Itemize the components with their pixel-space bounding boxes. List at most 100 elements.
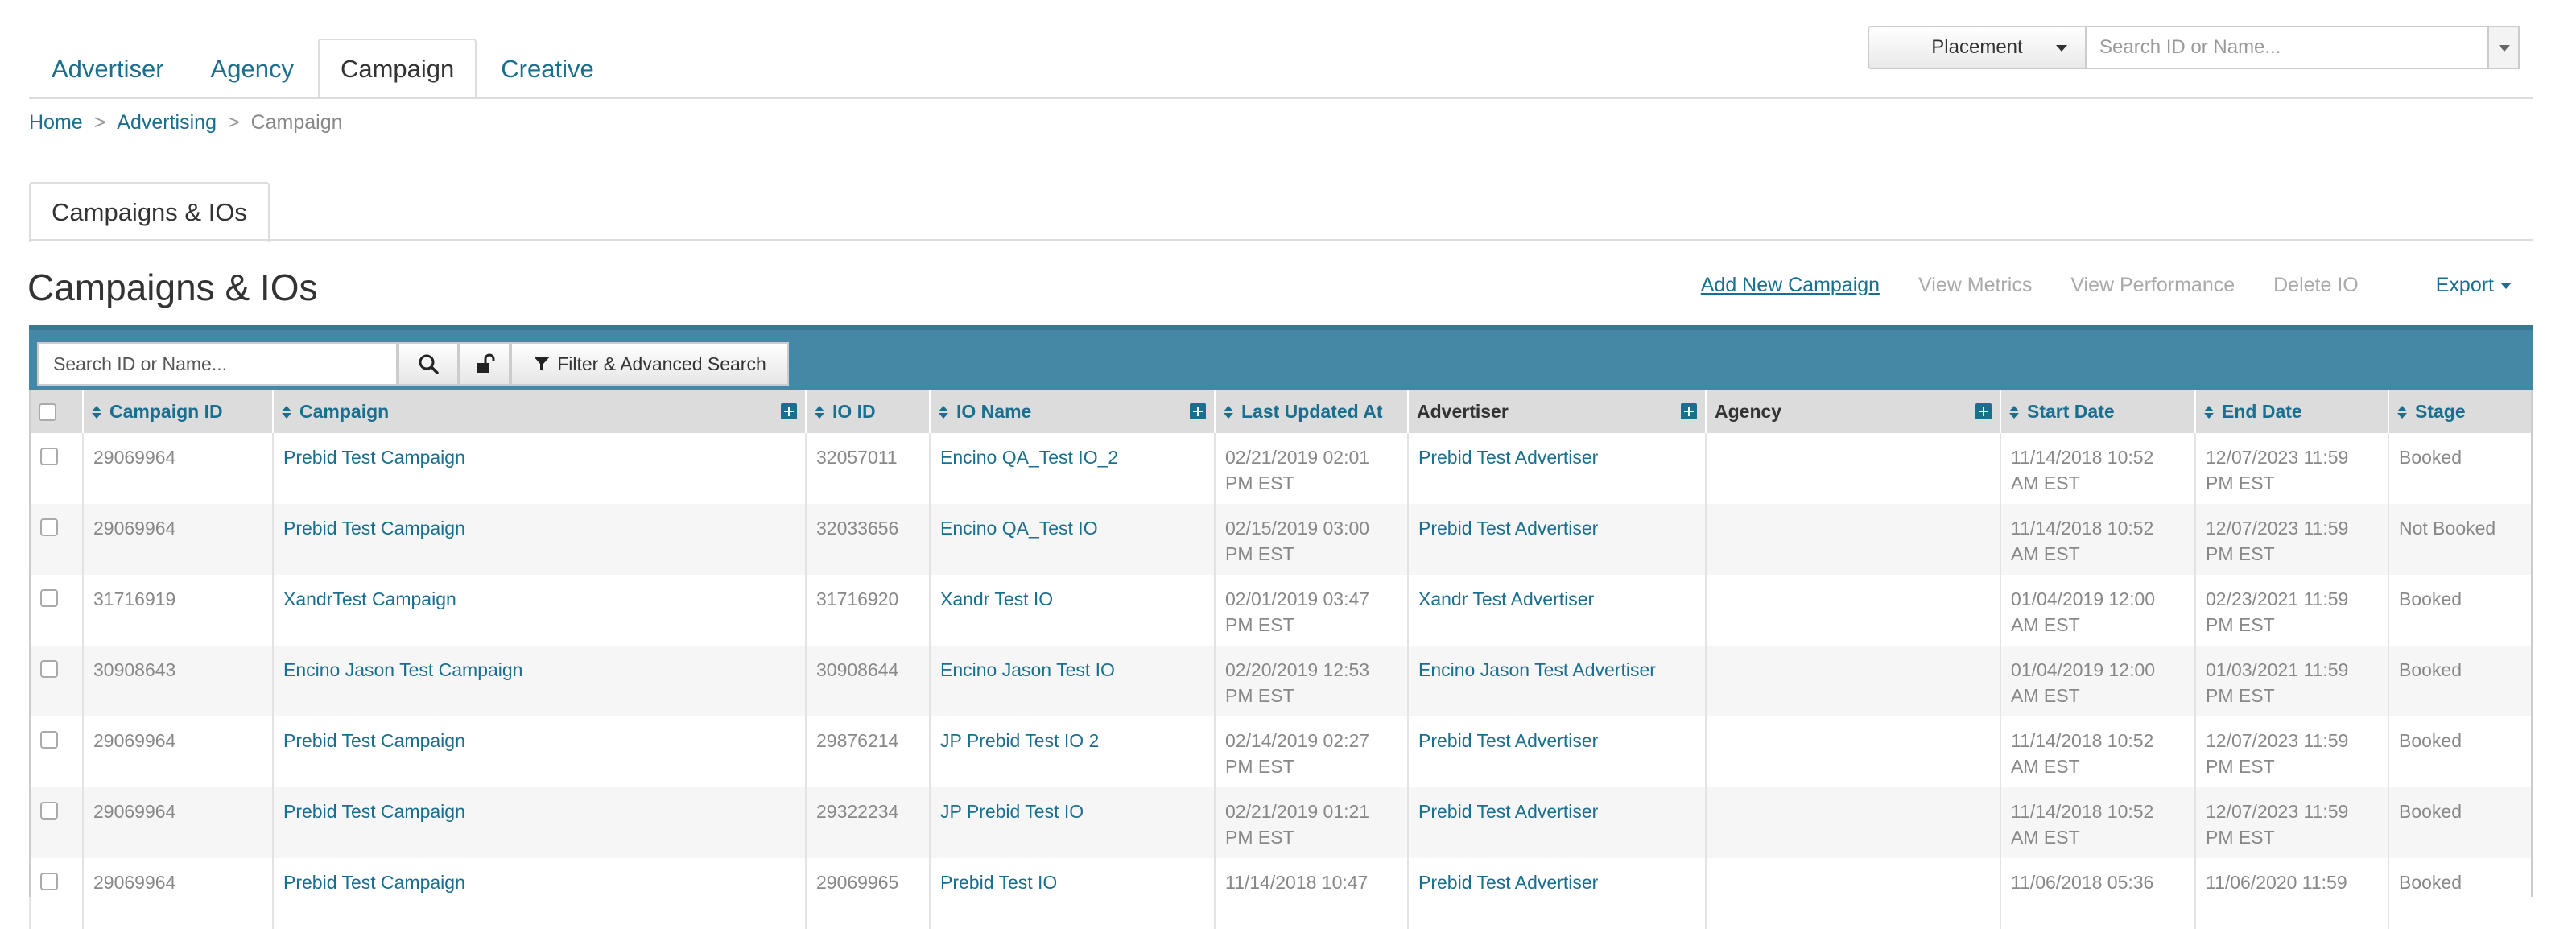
time-zone-line: PM EST: [2206, 685, 2275, 706]
sub-tabs: Campaigns & IOs: [29, 182, 270, 242]
advertiser-link[interactable]: Prebid Test Advertiser: [1418, 518, 1598, 539]
breadcrumb-home[interactable]: Home: [29, 111, 83, 134]
breadcrumb-advertising[interactable]: Advertising: [117, 111, 217, 134]
global-search-input[interactable]: Search ID or Name...: [2087, 26, 2489, 69]
tab-campaign[interactable]: Campaign: [317, 39, 477, 98]
table-row[interactable]: 29069964 Prebid Test Campaign 32057011 Enci…: [29, 433, 2533, 504]
io-name-link[interactable]: Encino QA_Test IO: [940, 518, 1098, 539]
expand-plus-icon[interactable]: [1975, 403, 1992, 419]
table-row[interactable]: 30908643 Encino Jason Test Campaign 309086…: [29, 646, 2533, 716]
column-header-io-id[interactable]: IO ID: [805, 390, 930, 433]
lock-button[interactable]: [459, 342, 510, 386]
advertiser-link[interactable]: Prebid Test Advertiser: [1418, 872, 1598, 893]
io-name-link[interactable]: JP Prebid Test IO: [940, 801, 1084, 822]
column-header-advertiser: Advertiser: [1407, 390, 1706, 433]
breadcrumb-separator: >: [93, 111, 106, 134]
expand-plus-icon[interactable]: [781, 403, 797, 419]
io-name-link[interactable]: Encino Jason Test IO: [940, 659, 1115, 680]
row-checkbox[interactable]: [40, 518, 58, 536]
campaign-link[interactable]: Prebid Test Campaign: [283, 518, 465, 539]
row-checkbox[interactable]: [40, 802, 58, 820]
breadcrumb-current: Campaign: [250, 111, 343, 134]
campaign-link[interactable]: Prebid Test Campaign: [283, 447, 465, 468]
last-updated-cell: 02/15/2019 03:00 PM EST: [1214, 504, 1408, 575]
table-row[interactable]: 29069964 Prebid Test Campaign 29322234 JP P…: [29, 787, 2533, 858]
view-metrics-link[interactable]: View Metrics: [1918, 274, 2032, 297]
row-select-cell: [29, 433, 83, 504]
campaign-link[interactable]: Prebid Test Campaign: [283, 872, 465, 893]
column-header-campaign-id[interactable]: Campaign ID: [82, 390, 273, 433]
column-header-start-date[interactable]: Start Date: [2000, 390, 2195, 433]
search-dropdown-toggle[interactable]: [2489, 26, 2520, 69]
date-line: 12/07/2023 11:59: [2206, 518, 2349, 539]
campaign-link[interactable]: Prebid Test Campaign: [283, 801, 465, 822]
expand-plus-icon[interactable]: [1190, 403, 1206, 419]
stage-cell: Booked: [2388, 787, 2533, 858]
campaign-link[interactable]: Prebid Test Campaign: [283, 730, 465, 751]
row-checkbox[interactable]: [40, 873, 58, 890]
tab-advertiser[interactable]: Advertiser: [29, 39, 187, 98]
time-zone-line: PM EST: [1225, 614, 1294, 635]
select-all-checkbox[interactable]: [39, 403, 56, 422]
tab-creative[interactable]: Creative: [478, 39, 616, 98]
search-button[interactable]: [398, 342, 459, 386]
row-select-cell: [29, 575, 83, 646]
time-zone-line: AM EST: [2011, 756, 2080, 777]
delete-io-link[interactable]: Delete IO: [2273, 274, 2359, 297]
tab-agency[interactable]: Agency: [188, 39, 316, 98]
end-date-cell: 12/07/2023 11:59 PM EST: [2194, 787, 2388, 858]
row-checkbox[interactable]: [40, 660, 58, 678]
column-header-campaign[interactable]: Campaign: [272, 390, 806, 433]
sort-icon: [2397, 406, 2407, 419]
last-updated-cell: 11/14/2018 10:47: [1214, 858, 1408, 929]
date-line: 11/14/2018 10:52: [2011, 518, 2154, 539]
column-header-end-date[interactable]: End Date: [2194, 390, 2388, 433]
time-zone-line: AM EST: [2011, 473, 2080, 493]
sort-icon: [92, 406, 101, 419]
io-name-link[interactable]: Encino QA_Test IO_2: [940, 447, 1118, 468]
io-id-cell: 29069965: [805, 858, 930, 929]
advertiser-link[interactable]: Prebid Test Advertiser: [1418, 730, 1598, 751]
table-row[interactable]: 29069964 Prebid Test Campaign 29069965 Preb…: [29, 858, 2533, 929]
filter-advanced-search-button[interactable]: Filter & Advanced Search: [510, 342, 789, 386]
io-name-link[interactable]: JP Prebid Test IO 2: [940, 730, 1099, 751]
export-dropdown[interactable]: Export: [2397, 274, 2512, 297]
row-select-cell: [29, 504, 83, 575]
expand-plus-icon[interactable]: [1681, 403, 1697, 419]
campaign-link[interactable]: XandrTest Campaign: [283, 588, 456, 609]
advertiser-cell: Prebid Test Advertiser: [1407, 858, 1706, 929]
column-label: Stage: [2415, 400, 2466, 422]
advertiser-link[interactable]: Xandr Test Advertiser: [1418, 588, 1594, 609]
row-checkbox[interactable]: [40, 589, 58, 607]
table-row[interactable]: 29069964 Prebid Test Campaign 32033656 Enci…: [29, 504, 2533, 575]
table-row[interactable]: 31716919 XandrTest Campaign 31716920 Xandr …: [29, 575, 2533, 646]
column-header-last-updated[interactable]: Last Updated At: [1214, 390, 1408, 433]
stage-cell: Booked: [2388, 858, 2533, 929]
column-header-stage[interactable]: Stage: [2388, 390, 2533, 433]
campaign-cell: Encino Jason Test Campaign: [272, 646, 806, 716]
advertiser-link[interactable]: Encino Jason Test Advertiser: [1418, 659, 1656, 680]
search-type-dropdown[interactable]: Placement: [1868, 26, 2087, 69]
filter-icon: [534, 357, 551, 371]
add-new-campaign-link[interactable]: Add New Campaign: [1701, 274, 1880, 297]
row-checkbox[interactable]: [40, 731, 58, 749]
row-checkbox[interactable]: [40, 448, 58, 465]
advertiser-link[interactable]: Prebid Test Advertiser: [1418, 801, 1598, 822]
advertiser-cell: Prebid Test Advertiser: [1407, 504, 1706, 575]
view-performance-link[interactable]: View Performance: [2070, 274, 2235, 297]
io-name-link[interactable]: Prebid Test IO: [940, 872, 1057, 893]
io-name-cell: Xandr Test IO: [929, 575, 1215, 646]
table-row[interactable]: 29069964 Prebid Test Campaign 29876214 JP P…: [29, 716, 2533, 787]
io-name-link[interactable]: Xandr Test IO: [940, 588, 1053, 609]
top-nav: Advertiser Agency Campaign Creative: [29, 39, 618, 98]
sort-icon: [2009, 406, 2019, 419]
advertiser-cell: Prebid Test Advertiser: [1407, 716, 1706, 787]
table-search-input[interactable]: Search ID or Name...: [37, 342, 398, 386]
table-toolbar: Search ID or Name... Filter & Advanced S…: [29, 325, 2533, 390]
campaign-link[interactable]: Encino Jason Test Campaign: [283, 659, 522, 680]
sort-icon: [939, 406, 948, 419]
column-header-io-name[interactable]: IO Name: [929, 390, 1215, 433]
tab-campaigns-ios[interactable]: Campaigns & IOs: [29, 182, 270, 242]
date-line: 02/15/2019 03:00: [1225, 518, 1370, 539]
advertiser-link[interactable]: Prebid Test Advertiser: [1418, 447, 1598, 468]
